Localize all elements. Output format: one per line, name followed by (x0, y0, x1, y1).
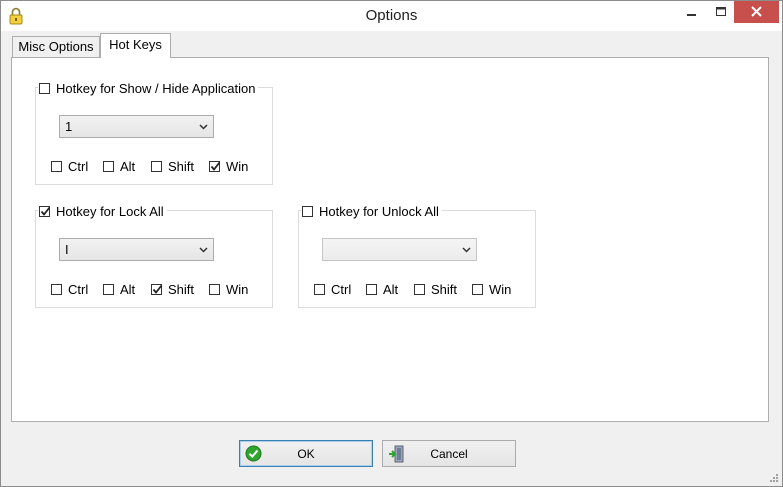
lock-all-enable-checkbox[interactable] (39, 205, 51, 217)
show-hide-win-checkbox[interactable] (209, 161, 221, 172)
show-hide-shift-checkbox[interactable] (151, 161, 162, 172)
unlock-all-alt-checkbox[interactable] (366, 284, 377, 295)
minimize-icon (687, 14, 696, 16)
checkmark-icon (210, 161, 221, 171)
unlock-all-shift-label: Shift (431, 282, 458, 297)
exit-door-icon (389, 445, 404, 463)
green-check-icon (245, 445, 262, 462)
show-hide-shift[interactable]: Shift (151, 159, 209, 174)
unlock-all-win[interactable]: Win (472, 282, 511, 297)
tab-hot-keys[interactable]: Hot Keys (100, 33, 171, 58)
show-hide-ctrl[interactable]: Ctrl (51, 159, 103, 174)
tab-misc-options[interactable]: Misc Options (12, 36, 100, 57)
window-title: Options (365, 7, 418, 24)
lock-all-win-checkbox[interactable] (209, 284, 220, 295)
show-hide-title: Hotkey for Show / Hide Application (56, 80, 256, 96)
ok-label: OK (297, 446, 315, 461)
group-lock-all: Hotkey for Lock All I Ctrl Alt Shift Win (35, 202, 273, 308)
lock-all-shift-label: Shift (168, 282, 195, 297)
lock-all-shift-checkbox[interactable] (151, 284, 163, 295)
lock-all-ctrl-checkbox[interactable] (51, 284, 62, 295)
group-show-hide: Hotkey for Show / Hide Application 1 Ctr… (35, 79, 273, 185)
unlock-all-shift-checkbox[interactable] (414, 284, 425, 295)
unlock-all-key-select[interactable] (322, 238, 477, 261)
lock-all-shift[interactable]: Shift (151, 282, 209, 297)
checkmark-icon (152, 284, 163, 294)
unlock-all-win-checkbox[interactable] (472, 284, 483, 295)
lock-all-key-select[interactable]: I (59, 238, 214, 261)
unlock-all-alt[interactable]: Alt (366, 282, 414, 297)
lock-all-win[interactable]: Win (209, 282, 248, 297)
chevron-down-icon (199, 247, 208, 253)
show-hide-win[interactable]: Win (209, 159, 248, 174)
title-bar[interactable]: Options (1, 1, 782, 31)
lock-all-key-value: I (65, 242, 69, 257)
unlock-all-shift[interactable]: Shift (414, 282, 472, 297)
cancel-button[interactable]: Cancel (382, 440, 516, 467)
show-hide-ctrl-checkbox[interactable] (51, 161, 62, 172)
checkmark-icon (40, 206, 51, 216)
unlock-all-ctrl-checkbox[interactable] (314, 284, 325, 295)
chevron-down-icon (199, 124, 208, 130)
unlock-all-alt-label: Alt (383, 282, 399, 297)
unlock-all-enable-checkbox[interactable] (302, 205, 313, 217)
minimize-button[interactable] (677, 1, 707, 23)
unlock-all-ctrl[interactable]: Ctrl (314, 282, 366, 297)
group-unlock-all: Hotkey for Unlock All Ctrl Alt Shift Win (298, 202, 536, 308)
cancel-label: Cancel (430, 446, 468, 461)
show-hide-key-value: 1 (65, 119, 73, 134)
show-hide-enable-checkbox[interactable] (39, 82, 50, 94)
show-hide-win-label: Win (226, 159, 249, 174)
show-hide-alt[interactable]: Alt (103, 159, 151, 174)
lock-all-alt[interactable]: Alt (103, 282, 151, 297)
ok-button[interactable]: OK (239, 440, 373, 467)
close-icon (751, 6, 762, 17)
maximize-button[interactable] (706, 1, 736, 23)
show-hide-ctrl-label: Ctrl (68, 159, 89, 174)
lock-all-win-label: Win (226, 282, 249, 297)
close-button[interactable] (734, 1, 779, 23)
show-hide-key-select[interactable]: 1 (59, 115, 214, 138)
resize-grip-icon[interactable] (768, 472, 778, 482)
lock-all-alt-label: Alt (120, 282, 136, 297)
show-hide-alt-label: Alt (120, 159, 136, 174)
unlock-all-title: Hotkey for Unlock All (319, 203, 439, 219)
maximize-icon (716, 7, 726, 16)
show-hide-alt-checkbox[interactable] (103, 161, 114, 172)
lock-all-ctrl-label: Ctrl (68, 282, 89, 297)
show-hide-shift-label: Shift (168, 159, 195, 174)
unlock-all-win-label: Win (489, 282, 512, 297)
lock-all-title: Hotkey for Lock All (56, 203, 164, 219)
chevron-down-icon (462, 247, 471, 253)
unlock-all-ctrl-label: Ctrl (331, 282, 352, 297)
lock-all-ctrl[interactable]: Ctrl (51, 282, 103, 297)
hot-keys-panel: Hotkey for Show / Hide Application 1 Ctr… (11, 57, 769, 422)
options-dialog: Options Misc Options Hot Keys Hotkey for… (0, 0, 783, 487)
lock-all-alt-checkbox[interactable] (103, 284, 114, 295)
